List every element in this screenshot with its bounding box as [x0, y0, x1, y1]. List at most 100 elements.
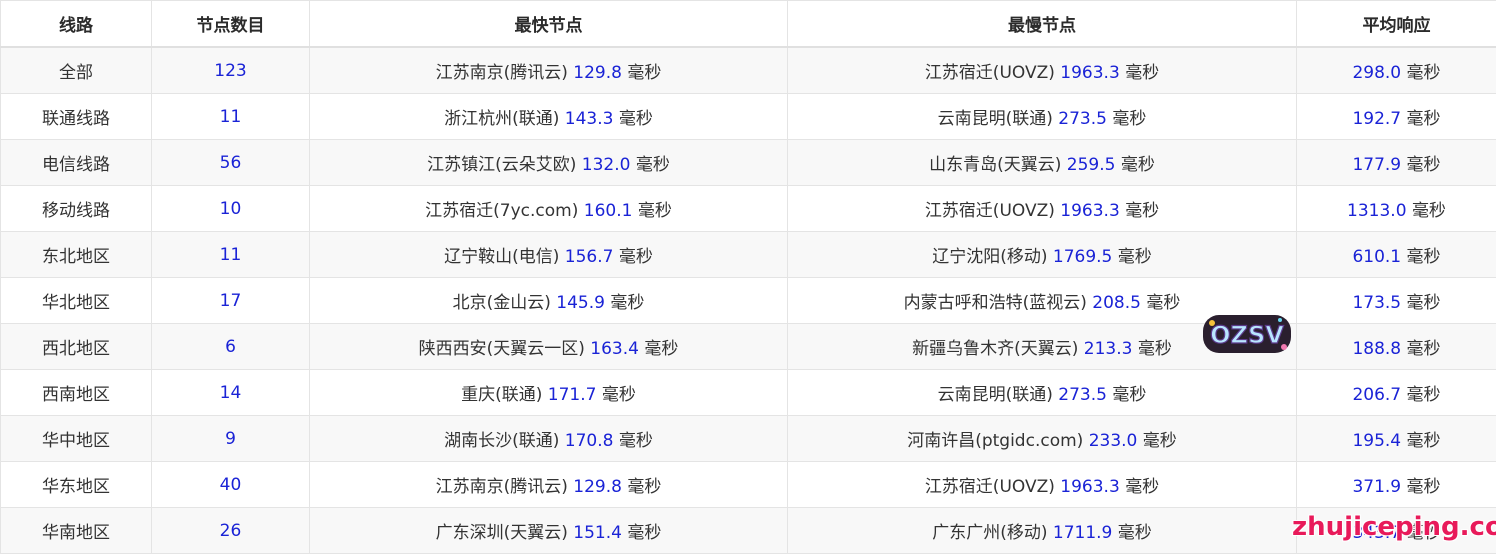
node-count: 11: [219, 106, 242, 127]
slowest-node-name: 江苏宿迁(UOVZ): [924, 63, 1055, 83]
ms-unit: 毫秒: [637, 201, 672, 221]
site-watermark: zhujiceping.com: [1292, 512, 1496, 542]
cell-slowest: 江苏宿迁(UOVZ) 1963.3 毫秒: [787, 185, 1297, 232]
fastest-node-ms: 132.0: [581, 155, 631, 175]
cell-slowest: 山东青岛(天翼云) 259.5 毫秒: [787, 139, 1297, 186]
slowest-node-name: 江苏宿迁(UOVZ): [924, 477, 1055, 497]
slowest-node-ms: 233.0: [1088, 431, 1138, 451]
slowest-node-name: 云南昆明(联通): [937, 109, 1053, 129]
cell-count: 14: [151, 369, 310, 416]
fastest-node-name: 江苏南京(腾讯云): [435, 477, 568, 497]
table-row: 华中地区 9 湖南长沙(联通) 170.8 毫秒 河南许昌(ptgidc.com) 2…: [0, 415, 1496, 462]
line-name: 全部: [59, 63, 93, 83]
cell-fastest: 陕西西安(天翼云一区) 163.4 毫秒: [309, 323, 788, 370]
node-count: 10: [219, 198, 242, 219]
node-count: 123: [214, 60, 247, 81]
cell-slowest: 云南昆明(联通) 273.5 毫秒: [787, 369, 1297, 416]
ms-unit: 毫秒: [1406, 109, 1441, 129]
node-count: 14: [219, 382, 242, 403]
ms-unit: 毫秒: [644, 339, 679, 359]
ms-unit: 毫秒: [601, 385, 636, 405]
average-ms: 610.1: [1352, 247, 1402, 267]
cell-fastest: 辽宁鞍山(电信) 156.7 毫秒: [309, 231, 788, 278]
cell-average: 173.5 毫秒: [1296, 277, 1496, 324]
fastest-node-ms: 156.7: [564, 247, 614, 267]
cell-fastest: 湖南长沙(联通) 170.8 毫秒: [309, 415, 788, 462]
node-count: 17: [219, 290, 242, 311]
header-count: 节点数目: [151, 0, 310, 48]
ms-unit: 毫秒: [1125, 477, 1160, 497]
table-row: 移动线路 10 江苏宿迁(7yc.com) 160.1 毫秒 江苏宿迁(UOVZ) 1…: [0, 185, 1496, 232]
node-count: 26: [219, 520, 242, 541]
table-header: 线路 节点数目 最快节点 最慢节点 平均响应: [0, 0, 1496, 48]
ms-unit: 毫秒: [1406, 431, 1441, 451]
fastest-node-ms: 151.4: [573, 523, 622, 543]
cell-count: 40: [151, 461, 310, 508]
ms-unit: 毫秒: [1137, 339, 1172, 359]
ms-unit: 毫秒: [1117, 247, 1152, 267]
slowest-node-ms: 259.5: [1066, 155, 1116, 175]
cell-count: 11: [151, 231, 310, 278]
cell-slowest: 河南许昌(ptgidc.com) 233.0 毫秒: [787, 415, 1297, 462]
ms-unit: 毫秒: [1406, 155, 1441, 175]
fastest-node-ms: 160.1: [583, 201, 633, 221]
slowest-node-ms: 208.5: [1092, 293, 1141, 313]
cell-count: 17: [151, 277, 310, 324]
header-row: 线路 节点数目 最快节点 最慢节点 平均响应: [0, 0, 1496, 48]
cell-slowest: 广东广州(移动) 1711.9 毫秒: [787, 507, 1297, 554]
cell-average: 298.0 毫秒: [1296, 46, 1496, 94]
fastest-node-name: 江苏宿迁(7yc.com): [425, 201, 579, 221]
cell-count: 56: [151, 139, 310, 186]
slowest-node-name: 山东青岛(天翼云): [929, 155, 1062, 175]
ozsv-logo-icon: OZSV: [1203, 315, 1291, 353]
ms-unit: 毫秒: [1406, 247, 1441, 267]
cell-count: 6: [151, 323, 310, 370]
cell-line: 全部: [0, 46, 152, 94]
slowest-node-name: 江苏宿迁(UOVZ): [924, 201, 1055, 221]
cell-line: 移动线路: [0, 185, 152, 232]
line-name: 电信线路: [42, 155, 110, 175]
slowest-node-ms: 1963.3: [1060, 201, 1120, 221]
cell-slowest: 江苏宿迁(UOVZ) 1963.3 毫秒: [787, 461, 1297, 508]
fastest-node-name: 江苏镇江(云朵艾欧): [427, 155, 577, 175]
ms-unit: 毫秒: [618, 247, 653, 267]
header-line: 线路: [0, 0, 152, 48]
ms-unit: 毫秒: [635, 155, 670, 175]
cell-average: 192.7 毫秒: [1296, 93, 1496, 140]
fastest-node-name: 重庆(联通): [461, 385, 543, 405]
slowest-node-name: 云南昆明(联通): [937, 385, 1053, 405]
ms-unit: 毫秒: [627, 477, 662, 497]
cell-average: 610.1 毫秒: [1296, 231, 1496, 278]
fastest-node-name: 浙江杭州(联通): [444, 109, 560, 129]
fastest-node-ms: 143.3: [564, 109, 614, 129]
node-count: 40: [219, 474, 242, 495]
average-ms: 298.0: [1352, 63, 1402, 83]
slowest-node-ms: 213.3: [1083, 339, 1133, 359]
table-row: 华东地区 40 江苏南京(腾讯云) 129.8 毫秒 江苏宿迁(UOVZ) 1963.…: [0, 461, 1496, 508]
fastest-node-ms: 163.4: [590, 339, 639, 359]
cell-count: 9: [151, 415, 310, 462]
line-name: 华北地区: [42, 293, 110, 313]
ms-unit: 毫秒: [1117, 523, 1152, 543]
table-row: 东北地区 11 辽宁鞍山(电信) 156.7 毫秒 辽宁沈阳(移动) 1769.5 毫…: [0, 231, 1496, 278]
ms-unit: 毫秒: [618, 431, 653, 451]
ozsv-logo-text: OZSV: [1210, 321, 1284, 349]
cell-slowest: 云南昆明(联通) 273.5 毫秒: [787, 93, 1297, 140]
node-count: 6: [225, 336, 236, 357]
cell-slowest: 江苏宿迁(UOVZ) 1963.3 毫秒: [787, 46, 1297, 94]
header-fastest: 最快节点: [309, 0, 788, 48]
ms-unit: 毫秒: [1406, 63, 1441, 83]
slowest-node-ms: 1963.3: [1060, 63, 1120, 83]
cell-fastest: 广东深圳(天翼云) 151.4 毫秒: [309, 507, 788, 554]
average-ms: 188.8: [1352, 339, 1402, 359]
cell-average: 177.9 毫秒: [1296, 139, 1496, 186]
line-name: 西南地区: [42, 385, 110, 405]
cell-fastest: 浙江杭州(联通) 143.3 毫秒: [309, 93, 788, 140]
cell-count: 26: [151, 507, 310, 554]
fastest-node-name: 江苏南京(腾讯云): [435, 63, 568, 83]
ms-unit: 毫秒: [1406, 339, 1441, 359]
slowest-node-ms: 1769.5: [1052, 247, 1113, 267]
cell-fastest: 重庆(联通) 171.7 毫秒: [309, 369, 788, 416]
cell-fastest: 江苏南京(腾讯云) 129.8 毫秒: [309, 46, 788, 94]
cell-average: 195.4 毫秒: [1296, 415, 1496, 462]
